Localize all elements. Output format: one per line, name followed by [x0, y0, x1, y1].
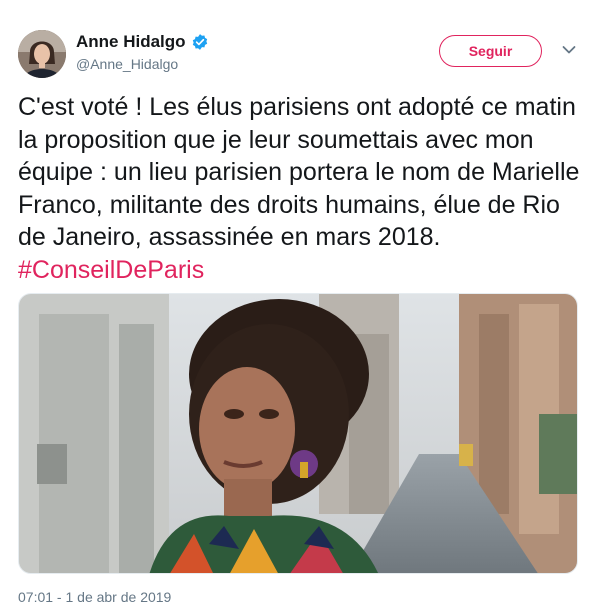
tweet-photo[interactable]: [18, 293, 578, 574]
avatar[interactable]: [18, 30, 66, 78]
user-info: Anne Hidalgo @Anne_Hidalgo: [76, 31, 209, 72]
display-name[interactable]: Anne Hidalgo: [76, 32, 186, 52]
verified-badge-icon: [192, 34, 207, 50]
name-row: Anne Hidalgo: [76, 31, 209, 53]
user-handle[interactable]: @Anne_Hidalgo: [76, 56, 209, 72]
tweet-card: Anne Hidalgo @Anne_Hidalgo Seguir C'est …: [0, 0, 610, 607]
tweet-text: C'est voté ! Les élus parisiens ont adop…: [18, 91, 593, 286]
chevron-down-icon[interactable]: [562, 45, 576, 55]
hashtag-link[interactable]: #ConseilDeParis: [18, 256, 204, 284]
follow-button[interactable]: Seguir: [439, 35, 542, 67]
photo-image: [19, 294, 577, 573]
avatar-image: [18, 30, 66, 78]
tweet-body: C'est voté ! Les élus parisiens ont adop…: [18, 93, 580, 251]
tweet-timestamp[interactable]: 07:01 - 1 de abr de 2019: [18, 589, 171, 605]
